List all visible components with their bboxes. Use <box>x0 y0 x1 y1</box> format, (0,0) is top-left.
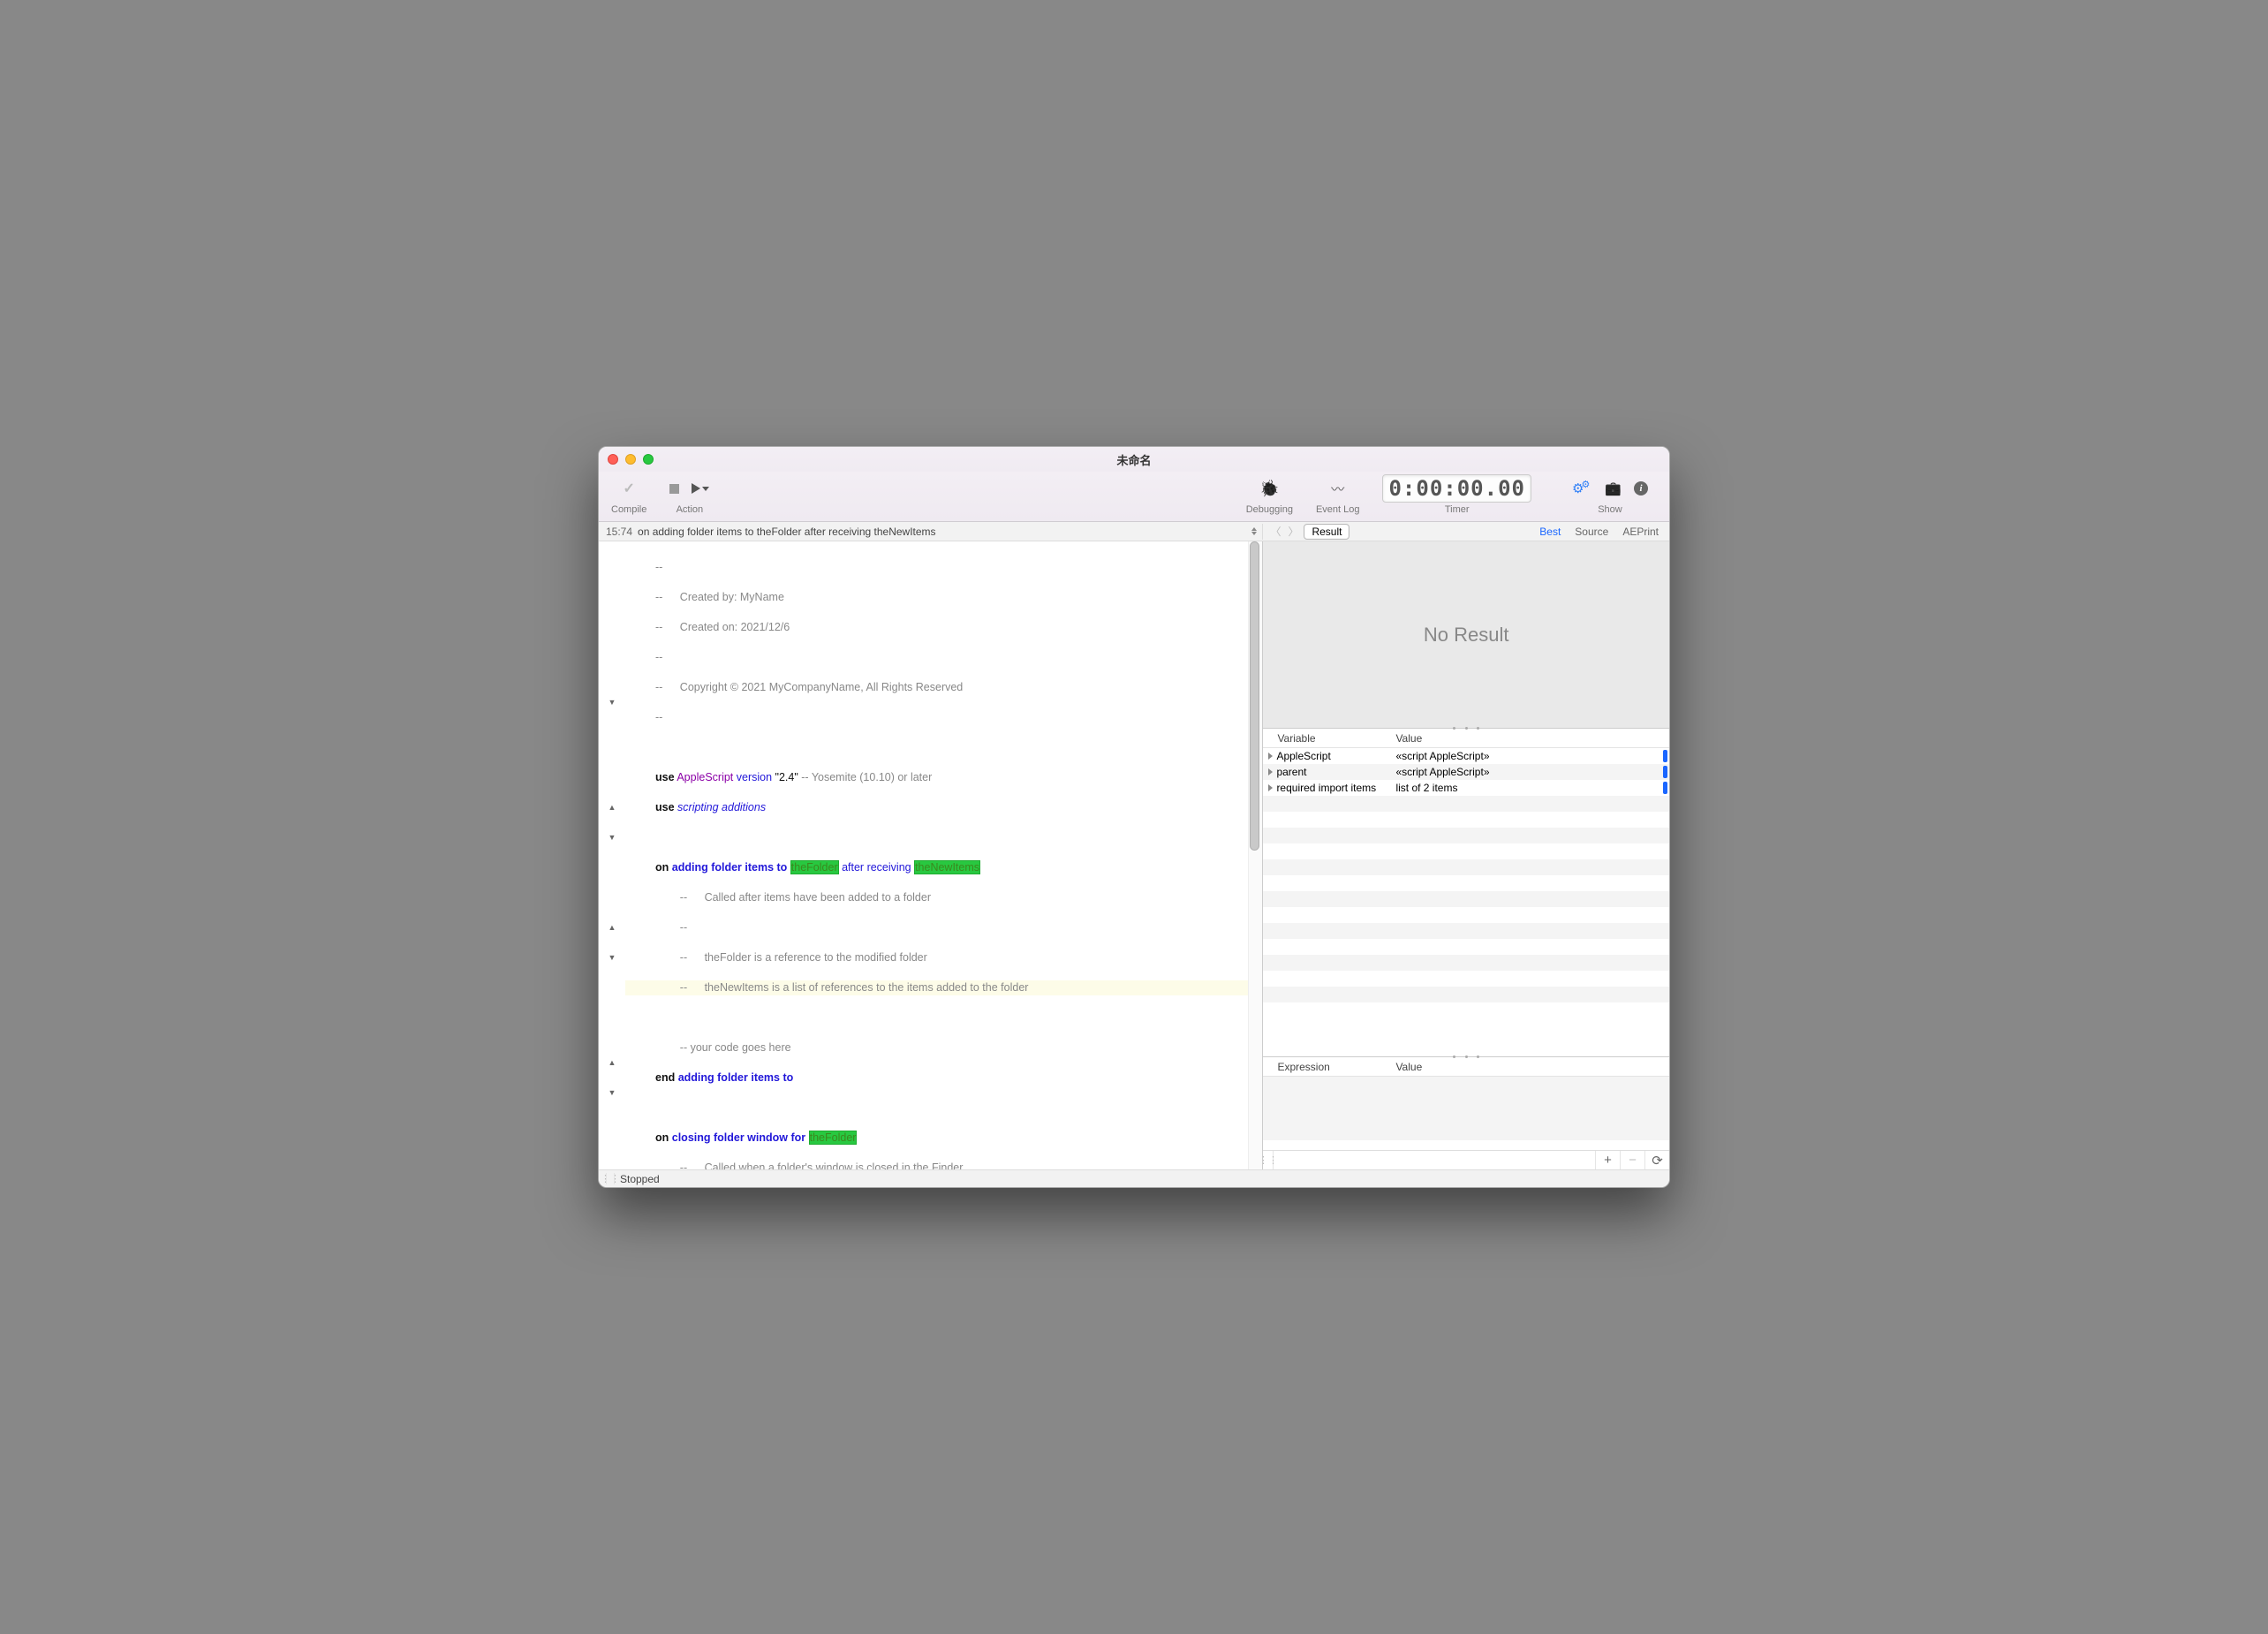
code-editor[interactable]: -- -- Created by: MyName -- Created on: … <box>625 541 1248 1169</box>
breadcrumb: on adding folder items to theFolder afte… <box>638 526 1251 538</box>
expressions-header: Expression Value <box>1263 1057 1669 1077</box>
scrollbar-thumb[interactable] <box>1250 541 1259 851</box>
variables-panel: Variable Value AppleScript «script Apple… <box>1263 729 1669 1056</box>
pulse-icon: 〰 <box>1331 480 1344 498</box>
app-window: 未命名 Compile Action Debugging 〰 Event Log… <box>598 446 1670 1188</box>
tab-result[interactable]: Result <box>1304 524 1349 540</box>
disclosure-icon[interactable] <box>1268 753 1273 760</box>
inspector-pane: No Result Variable Value AppleScript «sc… <box>1262 541 1669 1169</box>
status-bar: ⋮⋮ Stopped <box>599 1169 1669 1187</box>
debugging-label: Debugging <box>1246 504 1293 515</box>
split-handle-icon[interactable]: ⋮⋮ <box>1263 1151 1274 1169</box>
editor-scrollbar[interactable] <box>1248 541 1262 1169</box>
fold-open-icon[interactable]: ▼ <box>599 830 625 845</box>
action-group: Action <box>669 479 709 515</box>
timer-group: 0:00:00.00 Timer <box>1382 479 1531 515</box>
disclosure-icon[interactable] <box>1268 768 1273 775</box>
reload-button[interactable]: ⟳ <box>1644 1151 1669 1169</box>
no-result-label: No Result <box>1424 624 1509 647</box>
window-title: 未命名 <box>1116 451 1151 468</box>
fold-close-icon[interactable]: ▲ <box>599 1055 625 1070</box>
debugging-group[interactable]: Debugging <box>1246 479 1293 515</box>
splitter-grip[interactable] <box>1453 727 1479 730</box>
action-label: Action <box>677 504 704 515</box>
play-icon <box>692 483 700 494</box>
variables-body: AppleScript «script AppleScript» parent … <box>1263 748 1669 1056</box>
header-value[interactable]: Value <box>1395 732 1669 745</box>
chevron-down-icon <box>702 487 709 491</box>
editor-pane: ▼ ▲ ▼ ▲ ▼ ▲ ▼ -- -- Created by: MyName -… <box>599 541 1262 1169</box>
timer-label: Timer <box>1445 504 1470 515</box>
eventlog-group[interactable]: 〰 Event Log <box>1316 479 1360 515</box>
info-icon[interactable]: i <box>1634 481 1648 495</box>
compile-icon <box>623 480 634 497</box>
table-row[interactable]: parent «script AppleScript» <box>1263 764 1669 780</box>
fold-close-icon[interactable]: ▲ <box>599 920 625 935</box>
eventlog-label: Event Log <box>1316 504 1360 515</box>
fold-gutter: ▼ ▲ ▼ ▲ ▼ ▲ ▼ <box>599 541 625 1169</box>
show-label: Show <box>1598 504 1622 515</box>
compile-group[interactable]: Compile <box>611 479 646 515</box>
close-icon[interactable] <box>608 454 618 465</box>
status-text: Stopped <box>615 1173 660 1185</box>
header-expression[interactable]: Expression <box>1263 1061 1395 1073</box>
expressions-body <box>1263 1077 1669 1150</box>
variables-header: Variable Value <box>1263 729 1669 748</box>
result-panel: No Result <box>1263 541 1669 729</box>
zoom-icon[interactable] <box>643 454 654 465</box>
gears-icon[interactable] <box>1572 480 1592 497</box>
result-tabs: 〈 〉 Result Best Source AEPrint <box>1262 524 1669 540</box>
minimize-icon[interactable] <box>625 454 636 465</box>
expressions-toolbar: ⋮⋮ + − ⟳ <box>1263 1150 1669 1169</box>
fold-open-icon[interactable]: ▼ <box>599 950 625 965</box>
breadcrumb-bar[interactable]: 15:74 on adding folder items to theFolde… <box>599 526 1262 538</box>
cursor-position: 15:74 <box>606 526 638 538</box>
add-button[interactable]: + <box>1595 1151 1620 1169</box>
tab-best[interactable]: Best <box>1534 526 1566 538</box>
main-split: ▼ ▲ ▼ ▲ ▼ ▲ ▼ -- -- Created by: MyName -… <box>599 541 1669 1169</box>
code-line: -- <box>655 560 1248 575</box>
toolbar: Compile Action Debugging 〰 Event Log 0:0… <box>599 472 1669 522</box>
timer-display: 0:00:00.00 <box>1382 474 1531 503</box>
fold-open-icon[interactable]: ▼ <box>599 695 625 710</box>
bug-icon <box>1259 480 1279 498</box>
show-group: i Show <box>1572 479 1648 515</box>
header-variable[interactable]: Variable <box>1263 732 1395 745</box>
marker-icon <box>1663 750 1667 762</box>
marker-icon <box>1663 782 1667 794</box>
stop-icon[interactable] <box>669 484 679 494</box>
disclosure-icon[interactable] <box>1268 784 1273 791</box>
traffic-lights <box>608 454 654 465</box>
tab-aeprint[interactable]: AEPrint <box>1617 526 1664 538</box>
sub-toolbar: 15:74 on adding folder items to theFolde… <box>599 522 1669 541</box>
compile-label: Compile <box>611 504 646 515</box>
marker-icon <box>1663 766 1667 778</box>
table-row[interactable]: AppleScript «script AppleScript» <box>1263 748 1669 764</box>
breadcrumb-stepper[interactable] <box>1251 527 1262 535</box>
briefcase-icon[interactable] <box>1605 480 1622 497</box>
titlebar: 未命名 <box>599 447 1669 472</box>
nav-fwd-icon[interactable]: 〉 <box>1286 524 1300 539</box>
remove-button[interactable]: − <box>1620 1151 1644 1169</box>
expressions-panel: Expression Value ⋮⋮ + − ⟳ <box>1263 1056 1669 1169</box>
fold-open-icon[interactable]: ▼ <box>599 1086 625 1101</box>
splitter-grip[interactable] <box>1453 1055 1479 1059</box>
header-value[interactable]: Value <box>1395 1061 1669 1073</box>
fold-close-icon[interactable]: ▲ <box>599 800 625 815</box>
nav-back-icon[interactable]: 〈 <box>1268 524 1282 539</box>
run-button[interactable] <box>692 483 709 494</box>
split-handle-icon[interactable]: ⋮⋮ <box>606 1173 615 1184</box>
tab-source[interactable]: Source <box>1569 526 1614 538</box>
table-row[interactable]: required import items list of 2 items <box>1263 780 1669 796</box>
